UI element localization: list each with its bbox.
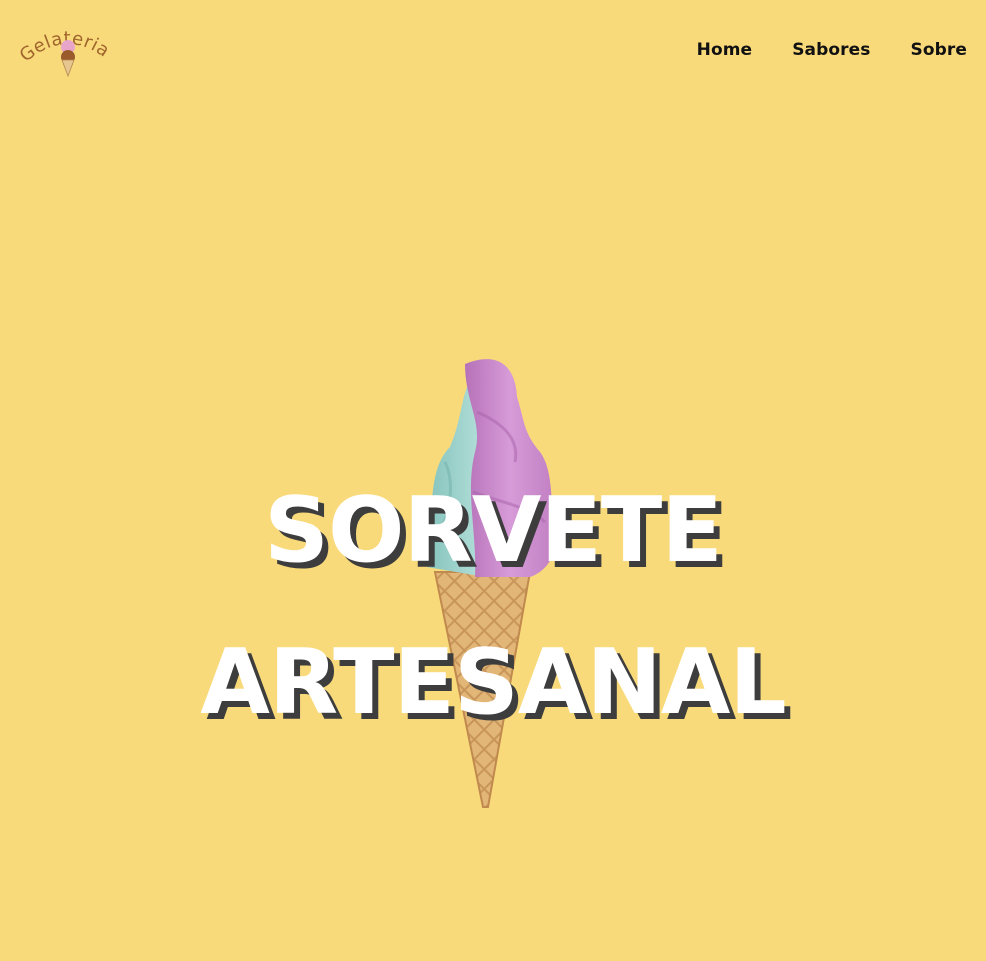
hero-title-line-2: ARTESANAL <box>200 630 787 735</box>
hero-title: SORVETE ARTESANAL <box>0 455 986 759</box>
hero-title-line-1: SORVETE <box>264 478 723 583</box>
brand-logo[interactable]: Gelateria <box>18 24 118 84</box>
gelateria-logo-icon: Gelateria <box>18 28 113 78</box>
page: Gelateria Home Sabores Sobre SORVETE ART… <box>0 0 986 961</box>
main-nav: Home Sabores Sobre <box>697 38 967 62</box>
nav-sobre-link[interactable]: Sobre <box>910 38 967 62</box>
nav-sabores-link[interactable]: Sabores <box>792 38 870 62</box>
nav-home-link[interactable]: Home <box>697 38 753 62</box>
